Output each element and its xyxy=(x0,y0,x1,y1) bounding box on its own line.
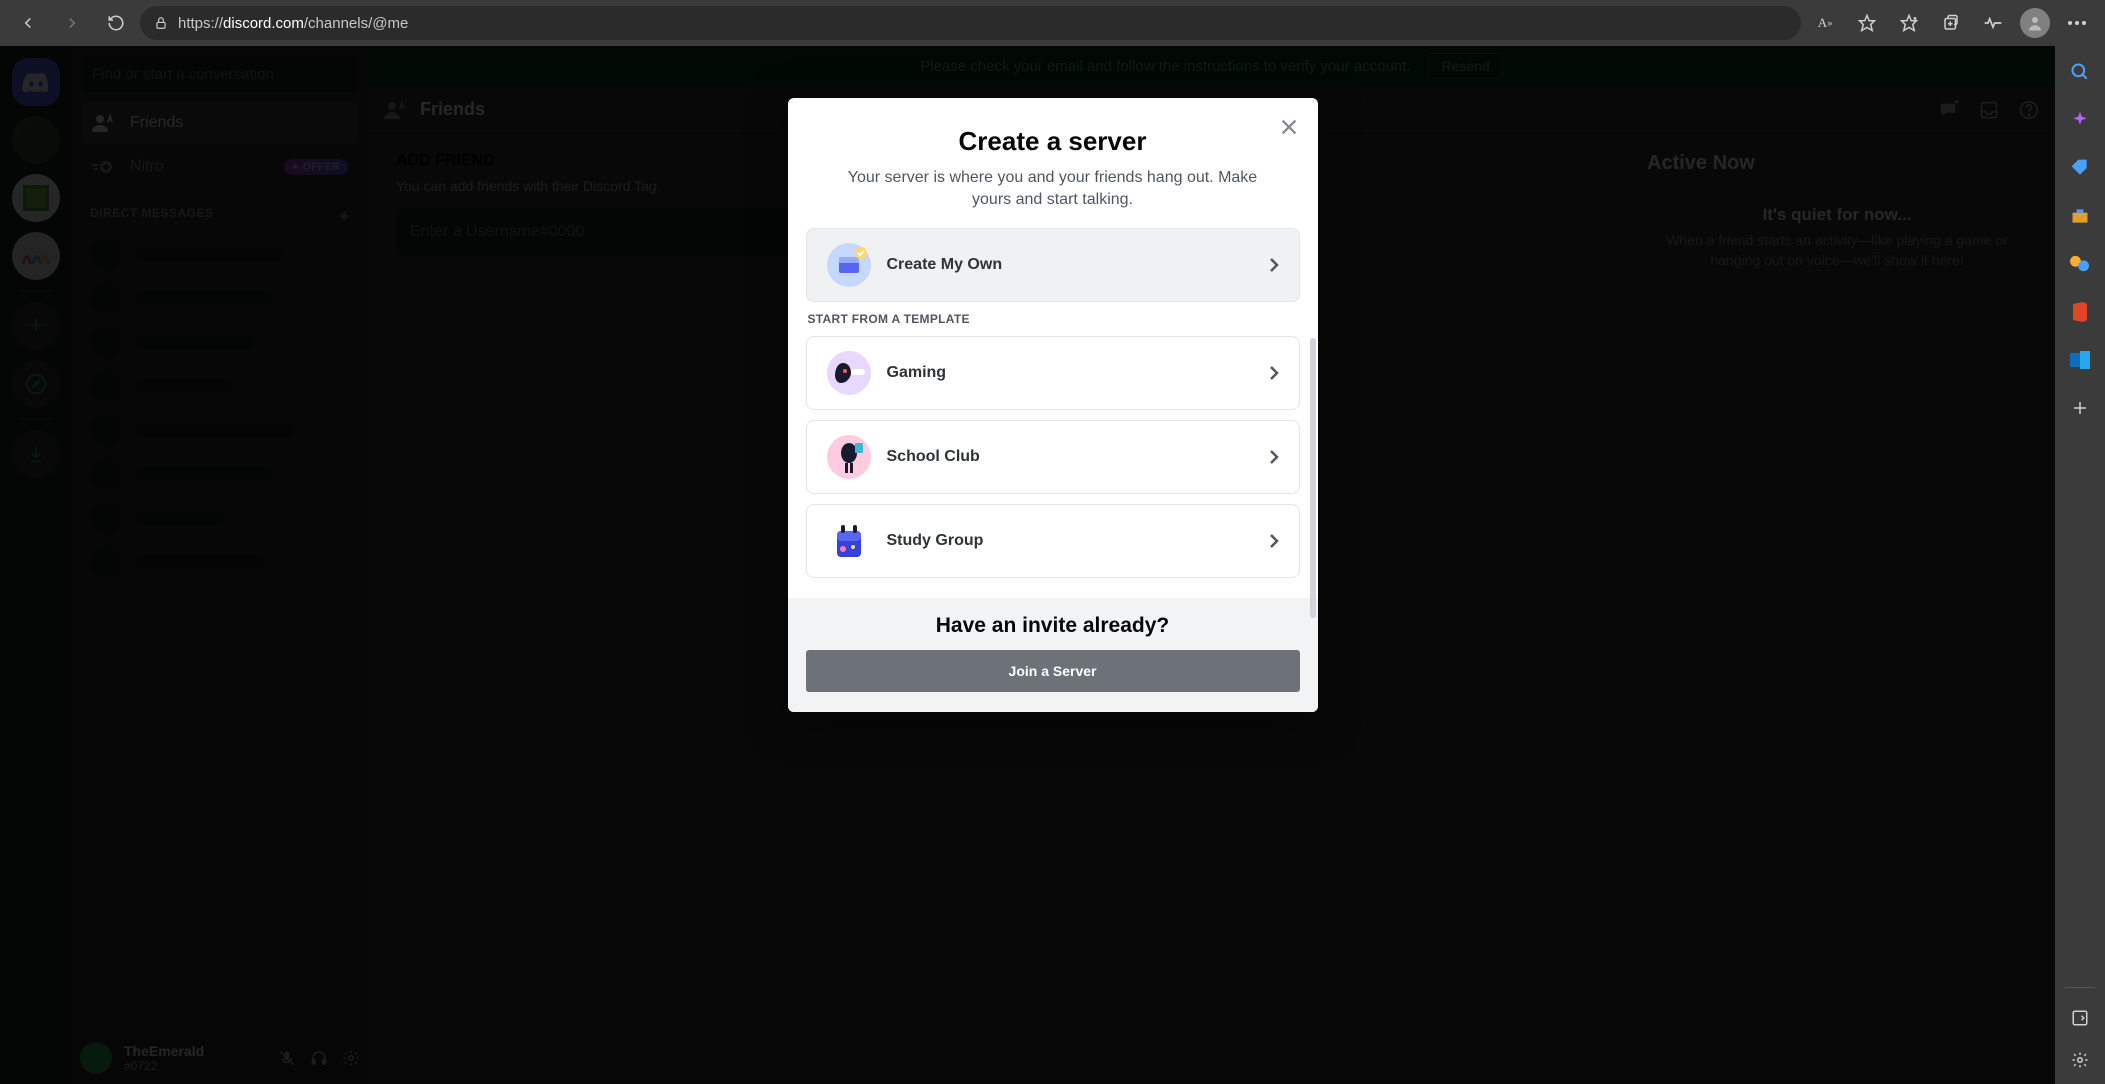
option-label: Study Group xyxy=(887,532,984,550)
join-server-button[interactable]: Join a Server xyxy=(806,650,1300,692)
template-gaming[interactable]: Gaming xyxy=(806,336,1300,410)
chevron-right-icon xyxy=(1267,255,1281,275)
settings-icon[interactable] xyxy=(2068,1048,2092,1072)
modal-footer: Have an invite already? Join a Server xyxy=(788,598,1318,712)
chevron-right-icon xyxy=(1267,363,1281,383)
outlook-icon[interactable] xyxy=(2068,348,2092,372)
close-button[interactable] xyxy=(1278,116,1300,138)
study-group-icon xyxy=(825,517,873,565)
health-button[interactable] xyxy=(1973,3,2013,43)
create-own-icon xyxy=(825,241,873,289)
invite-title: Have an invite already? xyxy=(806,614,1300,638)
office-icon[interactable] xyxy=(2068,300,2092,324)
modal-subtitle: Your server is where you and your friend… xyxy=(828,167,1278,210)
option-label: Gaming xyxy=(887,364,947,382)
modal-scrollbar[interactable] xyxy=(1310,338,1316,618)
back-button[interactable] xyxy=(8,3,48,43)
sparkle-icon[interactable] xyxy=(2068,108,2092,132)
tag-icon[interactable] xyxy=(2068,156,2092,180)
add-tool-icon[interactable] xyxy=(2068,396,2092,420)
more-button[interactable] xyxy=(2057,3,2097,43)
edge-sidebar xyxy=(2055,46,2105,1084)
forward-button[interactable] xyxy=(52,3,92,43)
divider xyxy=(2065,987,2095,988)
collapse-sidebar-icon[interactable] xyxy=(2068,1006,2092,1030)
gaming-icon xyxy=(825,349,873,397)
profile-button[interactable] xyxy=(2015,3,2055,43)
create-my-own-option[interactable]: Create My Own xyxy=(806,228,1300,302)
chevron-right-icon xyxy=(1267,531,1281,551)
template-school-club[interactable]: School Club xyxy=(806,420,1300,494)
modal-title: Create a server xyxy=(788,126,1318,157)
create-server-modal: Create a server Your server is where you… xyxy=(788,98,1318,712)
address-bar[interactable]: https://discord.com/channels/@me xyxy=(140,6,1801,40)
url-text: https://discord.com/channels/@me xyxy=(178,15,408,32)
template-header: START FROM A TEMPLATE xyxy=(808,312,1300,326)
refresh-button[interactable] xyxy=(96,3,136,43)
read-aloud-button[interactable]: A» xyxy=(1805,3,1845,43)
chevron-right-icon xyxy=(1267,447,1281,467)
star-button[interactable] xyxy=(1847,3,1887,43)
search-icon[interactable] xyxy=(2068,60,2092,84)
option-label: School Club xyxy=(887,448,980,466)
favorites-button[interactable] xyxy=(1889,3,1929,43)
template-study-group[interactable]: Study Group xyxy=(806,504,1300,578)
collections-button[interactable] xyxy=(1931,3,1971,43)
school-club-icon xyxy=(825,433,873,481)
games-icon[interactable] xyxy=(2068,252,2092,276)
option-label: Create My Own xyxy=(887,256,1003,274)
lock-icon xyxy=(154,16,168,30)
browser-toolbar: https://discord.com/channels/@me A» xyxy=(0,0,2105,46)
toolbox-icon[interactable] xyxy=(2068,204,2092,228)
